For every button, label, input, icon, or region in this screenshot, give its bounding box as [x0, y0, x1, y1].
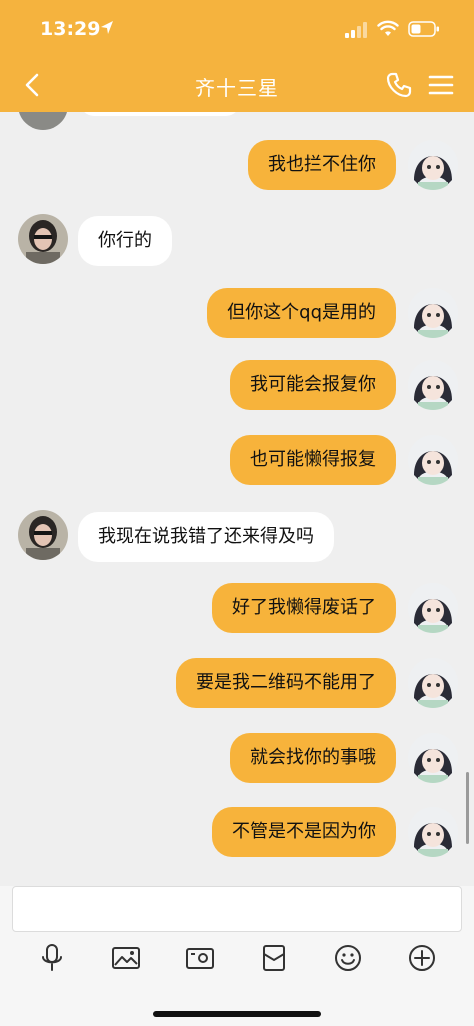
battery-icon [408, 21, 439, 37]
microphone-icon[interactable] [36, 942, 68, 974]
wifi-icon [377, 20, 399, 36]
menu-icon[interactable] [426, 70, 456, 100]
message-bubble-incoming[interactable]: 我现在说我错了还来得及吗 [78, 512, 334, 562]
my-avatar[interactable] [408, 435, 458, 485]
message-bubble-outgoing[interactable]: 我也拦不住你 [248, 140, 396, 190]
message-bubble-outgoing[interactable]: 要是我二维码不能用了 [176, 658, 396, 708]
camera-icon[interactable] [184, 942, 216, 974]
my-avatar[interactable] [408, 360, 458, 410]
location-arrow-icon [101, 21, 113, 34]
my-avatar[interactable] [408, 733, 458, 783]
partial-message-bubble [80, 112, 240, 116]
message-bubble-incoming[interactable]: 你行的 [78, 216, 172, 266]
message-bubble-outgoing[interactable]: 好了我懒得废话了 [212, 583, 396, 633]
message-bubble-outgoing[interactable]: 我可能会报复你 [230, 360, 396, 410]
contact-avatar[interactable] [18, 112, 68, 130]
contact-avatar[interactable] [18, 510, 68, 560]
message-bubble-outgoing[interactable]: 就会找你的事哦 [230, 733, 396, 783]
status-time: 13:29 [40, 18, 101, 40]
message-bubble-outgoing[interactable]: 但你这个qq是用的 [207, 288, 396, 338]
scroll-indicator[interactable] [466, 772, 469, 844]
message-bubble-outgoing[interactable]: 不管是不是因为你 [212, 807, 396, 857]
my-avatar[interactable] [408, 583, 458, 633]
message-bubble-outgoing[interactable]: 也可能懒得报复 [230, 435, 396, 485]
message-list[interactable]: 我也拦不住你 你行的 但你这个qq是用的 我可能会报复你 也可能懒得报复 我现在… [0, 112, 474, 886]
message-input[interactable] [12, 886, 462, 932]
contact-avatar[interactable] [18, 214, 68, 264]
my-avatar[interactable] [408, 658, 458, 708]
plus-icon[interactable] [406, 942, 438, 974]
nav-bar: 齐十三星 [0, 58, 474, 112]
cellular-signal-icon [345, 22, 367, 38]
status-bar: 13:29 [0, 0, 474, 58]
my-avatar[interactable] [408, 140, 458, 190]
image-icon[interactable] [110, 942, 142, 974]
my-avatar[interactable] [408, 807, 458, 857]
emoji-icon[interactable] [332, 942, 364, 974]
input-area [0, 886, 474, 1026]
red-packet-icon[interactable] [258, 942, 290, 974]
home-indicator[interactable] [153, 1011, 321, 1017]
chat-header: 13:29 齐十三星 [0, 0, 474, 112]
phone-icon[interactable] [384, 70, 414, 100]
my-avatar[interactable] [408, 288, 458, 338]
